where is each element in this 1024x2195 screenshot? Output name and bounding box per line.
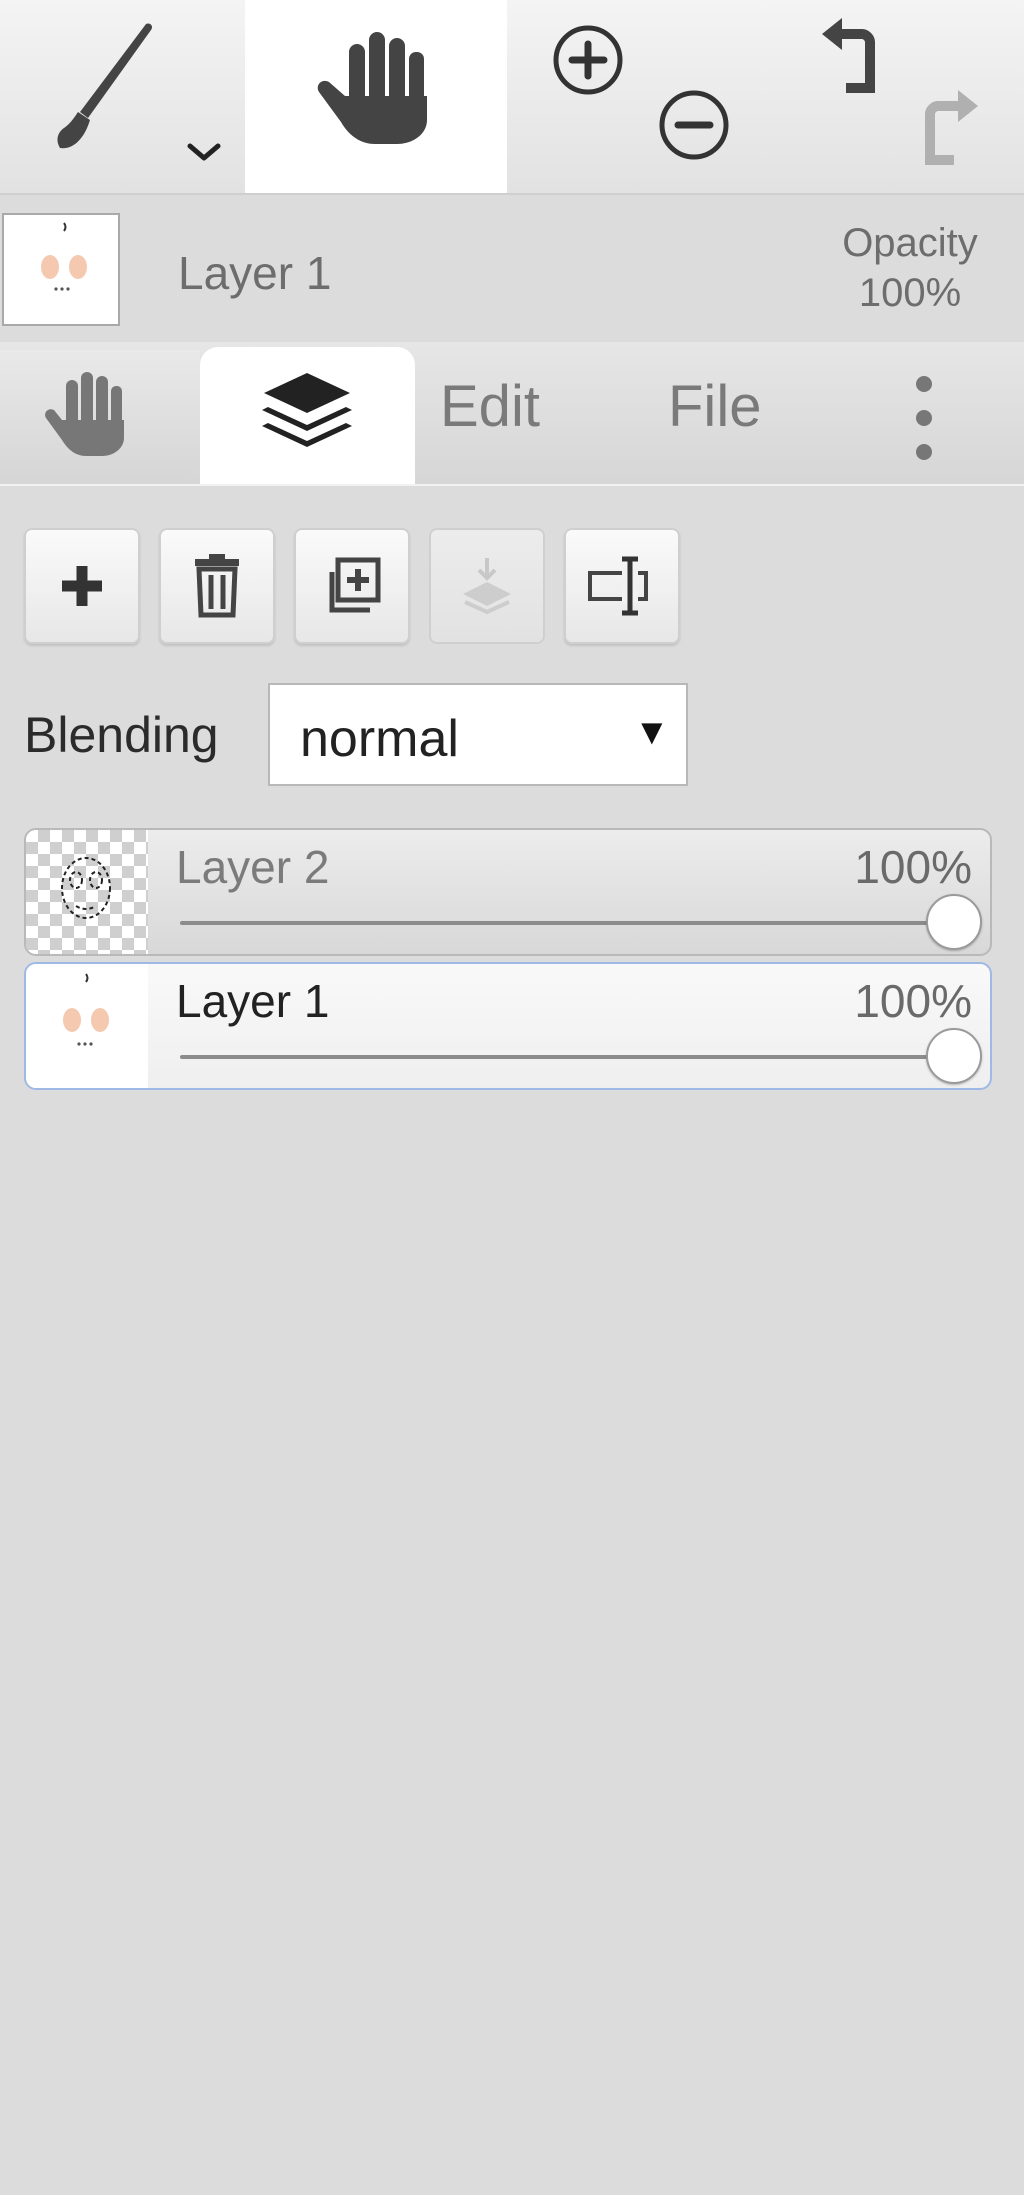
brush-icon — [57, 23, 153, 149]
duplicate-icon — [329, 557, 381, 613]
rename-icon — [588, 556, 648, 616]
brush-tool-button[interactable] — [0, 0, 245, 193]
hand-icon — [45, 372, 124, 456]
layer-opacity-value: 100% — [854, 841, 972, 893]
trash-icon — [195, 554, 239, 618]
current-layer-thumbnail[interactable] — [2, 213, 120, 326]
layer-opacity-slider-track[interactable] — [180, 1055, 960, 1059]
layer-row-layer-1[interactable]: Layer 1 100% — [24, 962, 992, 1090]
tab-hand[interactable] — [0, 350, 200, 486]
redo-icon[interactable] — [912, 80, 992, 170]
opacity-label: Opacity — [842, 221, 978, 265]
merge-down-button[interactable] — [429, 528, 545, 644]
hand-tool-button[interactable] — [245, 0, 507, 193]
add-layer-button[interactable] — [24, 528, 140, 644]
panel-divider — [0, 484, 1024, 486]
rename-layer-button[interactable] — [564, 528, 680, 644]
plus-icon — [62, 566, 102, 606]
layer-name: Layer 1 — [176, 975, 330, 1027]
undo-icon[interactable] — [808, 12, 888, 102]
layer-opacity-slider-handle[interactable] — [926, 894, 982, 950]
layer-row-layer-2[interactable]: Layer 2 100% — [24, 828, 992, 956]
current-layer-opacity[interactable]: Opacity 100% — [820, 218, 1000, 318]
merge-down-icon — [463, 558, 511, 615]
duplicate-layer-button[interactable] — [294, 528, 410, 644]
blending-value: normal — [300, 710, 459, 768]
opacity-value: 100% — [858, 271, 962, 315]
tab-edit[interactable]: Edit — [440, 373, 540, 440]
zoom-in-icon[interactable] — [548, 20, 628, 100]
layer-1-thumbnail-image — [41, 222, 87, 291]
layer-opacity-slider-track[interactable] — [180, 921, 960, 925]
delete-layer-button[interactable] — [159, 528, 275, 644]
tab-file[interactable]: File — [668, 373, 761, 440]
chevron-down-icon[interactable] — [186, 140, 222, 164]
layer-2-thumbnail — [26, 830, 148, 954]
layer-1-thumbnail — [26, 964, 148, 1088]
current-layer-name: Layer 1 — [178, 247, 332, 299]
layer-opacity-value: 100% — [854, 975, 972, 1027]
hand-icon — [317, 32, 427, 144]
layer-opacity-slider-handle[interactable] — [926, 1028, 982, 1084]
layer-1-thumbnail-image — [63, 973, 109, 1046]
zoom-out-icon[interactable] — [654, 85, 734, 165]
dropdown-arrow-icon: ▼ — [634, 711, 670, 752]
blending-select[interactable]: normal ▼ — [268, 683, 688, 786]
blending-label: Blending — [24, 707, 219, 763]
layer-name: Layer 2 — [176, 841, 330, 893]
layers-icon — [262, 373, 352, 447]
layer-2-thumbnail-image — [61, 857, 111, 919]
more-vertical-icon[interactable] — [896, 368, 952, 468]
tab-layers[interactable] — [200, 347, 415, 486]
